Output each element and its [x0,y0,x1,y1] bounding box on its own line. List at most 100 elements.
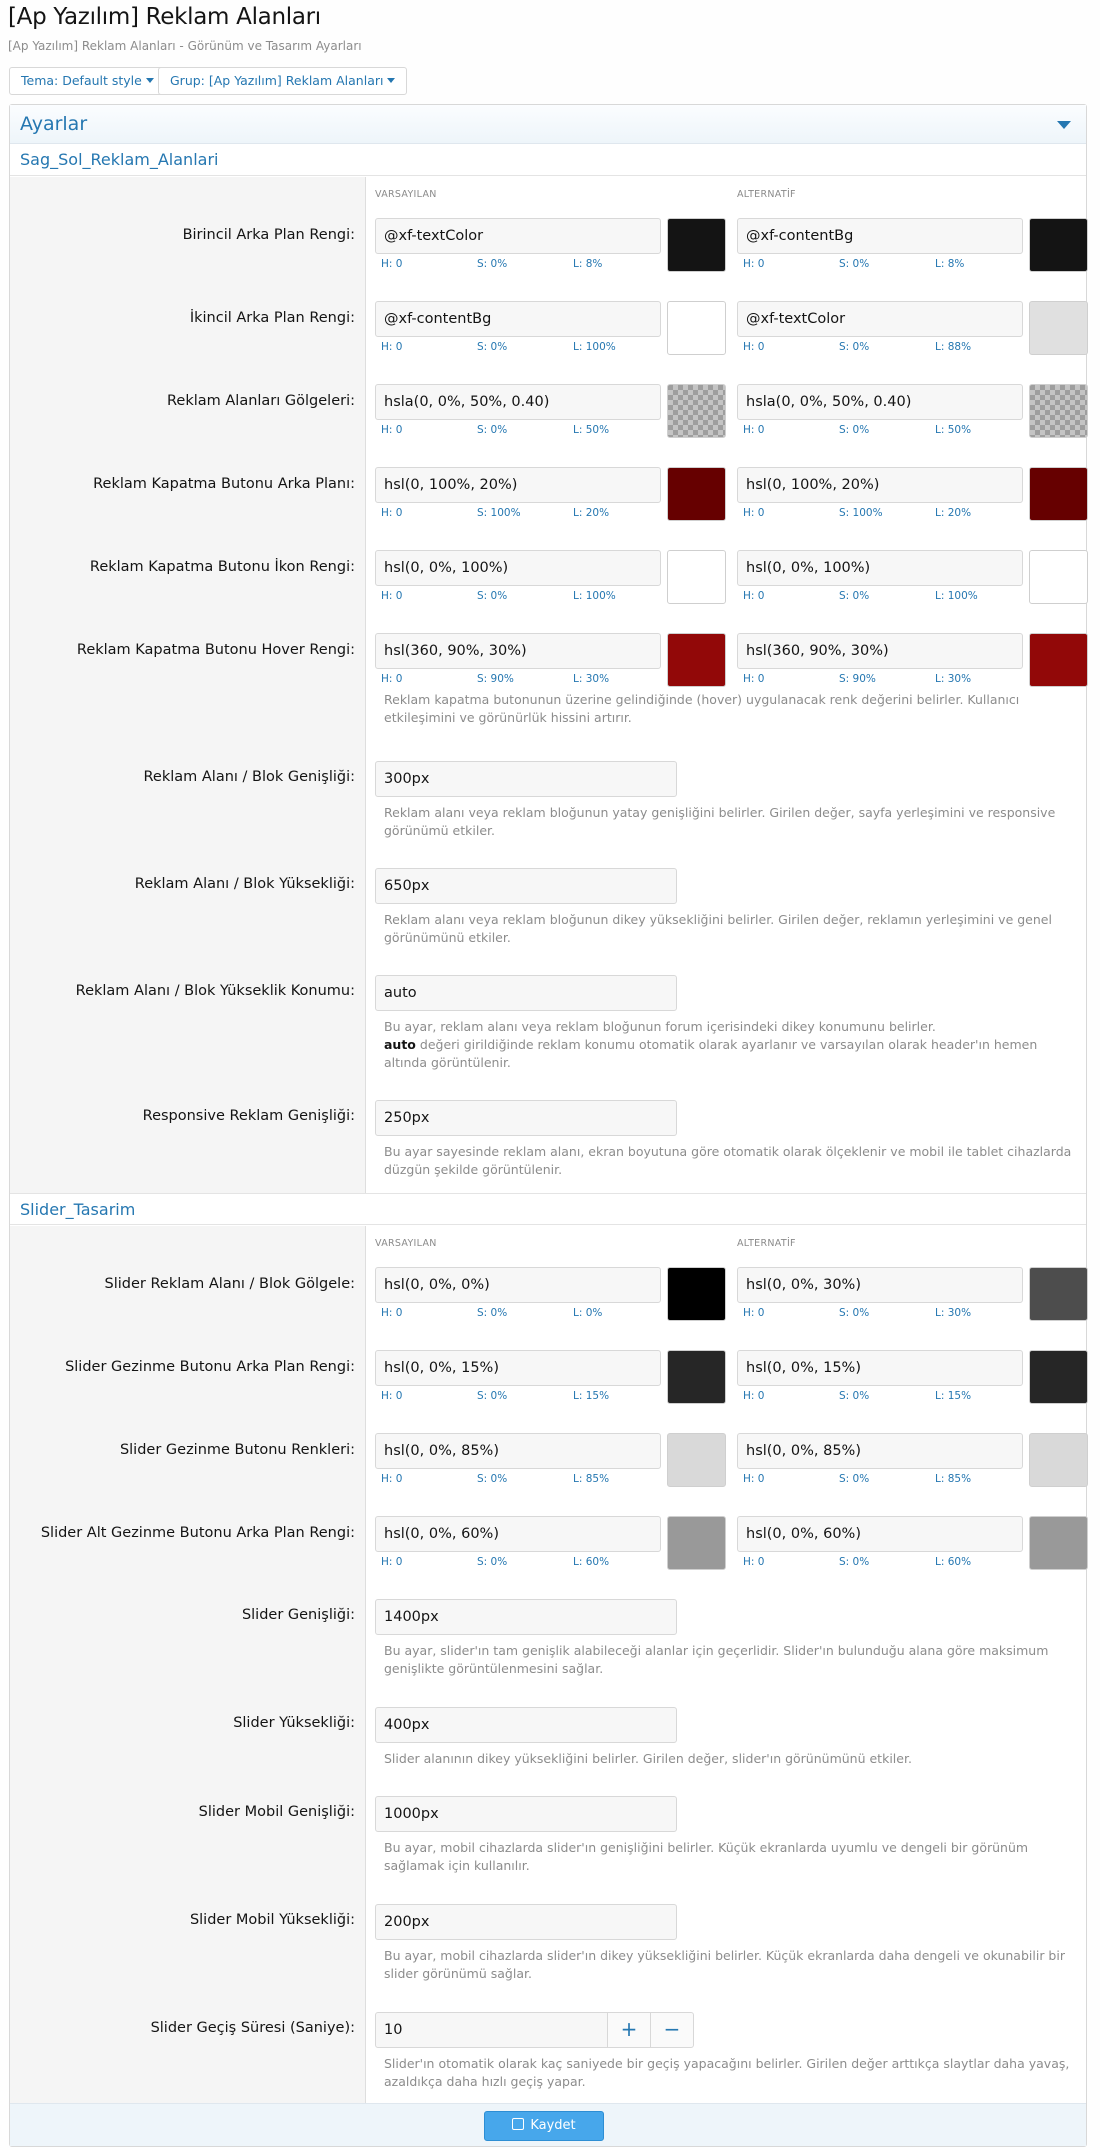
text-input[interactable]: 250px [375,1100,677,1136]
lightness-value: L: 30% [935,1307,972,1319]
default-color-input[interactable]: hsl(0, 0%, 100%) [375,550,661,586]
caret-down-icon [145,78,154,83]
alternative-color-input[interactable]: @xf-textColor [737,301,1023,337]
alternative-color-swatch[interactable] [1029,1433,1088,1487]
text-input[interactable]: 400px [375,1707,677,1743]
default-color-input[interactable]: hsl(0, 0%, 0%) [375,1267,661,1303]
lightness-value: L: 30% [573,673,610,685]
alternative-color-input[interactable]: hsl(360, 90%, 30%) [737,633,1023,669]
saturation-value: S: 0% [839,1556,870,1568]
increment-button[interactable]: + [607,2012,651,2048]
default-color-input[interactable]: hsl(360, 90%, 30%) [375,633,661,669]
text-input[interactable]: 650px [375,868,677,904]
default-color-input[interactable]: hsl(0, 100%, 20%) [375,467,661,503]
setting-label: İkincil Arka Plan Rengi: [189,310,355,326]
setting-hint: Bu ayar, mobil cihazlarda slider'ın geni… [384,1840,1029,1873]
decrement-button[interactable]: − [650,2012,694,2048]
setting-label: Reklam Alanı / Blok Genişliği: [143,769,355,785]
lightness-value: L: 15% [573,1390,610,1402]
alternative-color-swatch[interactable] [1029,550,1088,604]
text-input[interactable]: 1400px [375,1599,677,1635]
setting-label: Reklam Alanı / Blok Yüksekliği: [134,876,355,892]
default-color-swatch[interactable] [667,1267,726,1321]
alternative-color-input[interactable]: hsl(0, 0%, 100%) [737,550,1023,586]
text-input[interactable]: auto [375,975,677,1011]
save-button[interactable]: Kaydet [484,2111,604,2141]
hue-value: H: 0 [743,1390,765,1402]
default-color-input[interactable]: @xf-textColor [375,218,661,254]
alternative-color-swatch[interactable] [1029,1516,1088,1570]
alternative-color-input[interactable]: @xf-contentBg [737,218,1023,254]
alternative-color-swatch[interactable] [1029,384,1088,438]
section-title: Slider_Tasarim [20,1200,136,1219]
setting-label: Slider Yüksekliği: [233,1715,355,1731]
hint-keyword: auto [384,1037,416,1052]
column-header-default: VARSAYILAN [375,189,437,200]
default-color-swatch[interactable] [667,384,726,438]
setting-hint: Reklam alanı veya reklam bloğunun yatay … [384,805,1056,838]
block-title: Ayarlar [20,113,88,135]
saturation-value: S: 100% [477,507,521,519]
alternative-color-input[interactable]: hsl(0, 0%, 85%) [737,1433,1023,1469]
lightness-value: L: 50% [935,424,972,436]
alternative-color-input[interactable]: hsl(0, 0%, 30%) [737,1267,1023,1303]
text-input[interactable]: 300px [375,761,677,797]
default-color-swatch[interactable] [667,218,726,272]
default-color-swatch[interactable] [667,467,726,521]
alternative-color-swatch[interactable] [1029,1350,1088,1404]
lightness-value: L: 8% [935,258,965,270]
setting-hint: Slider alanının dikey yüksekliğini belir… [384,1751,912,1766]
block-header[interactable]: Ayarlar [10,105,1086,144]
collapse-toggle-icon[interactable] [1057,121,1071,129]
setting-label: Reklam Kapatma Butonu Hover Rengi: [76,642,355,658]
text-input[interactable]: 1000px [375,1796,677,1832]
alternative-color-input[interactable]: hsla(0, 0%, 50%, 0.40) [737,384,1023,420]
default-color-swatch[interactable] [667,1516,726,1570]
setting-label: Reklam Alanları Gölgeleri: [166,393,355,409]
save-button-label: Kaydet [530,2118,576,2133]
saturation-value: S: 100% [839,507,883,519]
default-color-swatch[interactable] [667,633,726,687]
lightness-value: L: 50% [573,424,610,436]
lightness-value: L: 100% [573,590,616,602]
saturation-value: S: 90% [839,673,876,685]
saturation-value: S: 90% [477,673,514,685]
lightness-value: L: 30% [935,673,972,685]
page-description: [Ap Yazılım] Reklam Alanları - Görünüm v… [8,39,362,53]
default-color-swatch[interactable] [667,1350,726,1404]
saturation-value: S: 0% [477,1390,508,1402]
setting-label: Slider Geçiş Süresi (Saniye): [150,2020,355,2036]
form-footer: Kaydet [10,2103,1086,2146]
alternative-color-input[interactable]: hsl(0, 0%, 60%) [737,1516,1023,1552]
lightness-value: L: 85% [573,1473,610,1485]
number-input[interactable]: 10 [375,2012,608,2048]
alternative-color-swatch[interactable] [1029,1267,1088,1321]
default-color-input[interactable]: hsl(0, 0%, 85%) [375,1433,661,1469]
text-input[interactable]: 200px [375,1904,677,1940]
default-color-swatch[interactable] [667,301,726,355]
lightness-value: L: 0% [573,1307,603,1319]
setting-label: Slider Alt Gezinme Butonu Arka Plan Reng… [40,1525,355,1541]
default-color-input[interactable]: hsl(0, 0%, 15%) [375,1350,661,1386]
default-color-input[interactable]: hsl(0, 0%, 60%) [375,1516,661,1552]
saturation-value: S: 0% [839,1390,870,1402]
alternative-color-input[interactable]: hsl(0, 0%, 15%) [737,1350,1023,1386]
hue-value: H: 0 [381,1390,403,1402]
alternative-color-swatch[interactable] [1029,467,1088,521]
setting-label: Slider Mobil Yüksekliği: [189,1912,355,1928]
default-color-input[interactable]: hsla(0, 0%, 50%, 0.40) [375,384,661,420]
group-filter-button[interactable]: Grup: [Ap Yazılım] Reklam Alanları [158,67,408,95]
setting-hint: Bu ayar, mobil cihazlarda slider'ın dike… [384,1948,1065,1981]
column-header-alternative: ALTERNATİF [737,1238,796,1249]
default-color-swatch[interactable] [667,550,726,604]
alternative-color-swatch[interactable] [1029,301,1088,355]
default-color-input[interactable]: @xf-contentBg [375,301,661,337]
saturation-value: S: 0% [477,1473,508,1485]
alternative-color-swatch[interactable] [1029,633,1088,687]
default-color-swatch[interactable] [667,1433,726,1487]
alternative-color-input[interactable]: hsl(0, 100%, 20%) [737,467,1023,503]
alternative-color-swatch[interactable] [1029,218,1088,272]
hint-text: değeri girildiğinde reklam konumu otomat… [384,1037,1038,1070]
hint-text: Bu ayar, reklam alanı veya reklam bloğun… [384,1019,936,1034]
theme-filter-button[interactable]: Tema: Default style [9,67,166,95]
